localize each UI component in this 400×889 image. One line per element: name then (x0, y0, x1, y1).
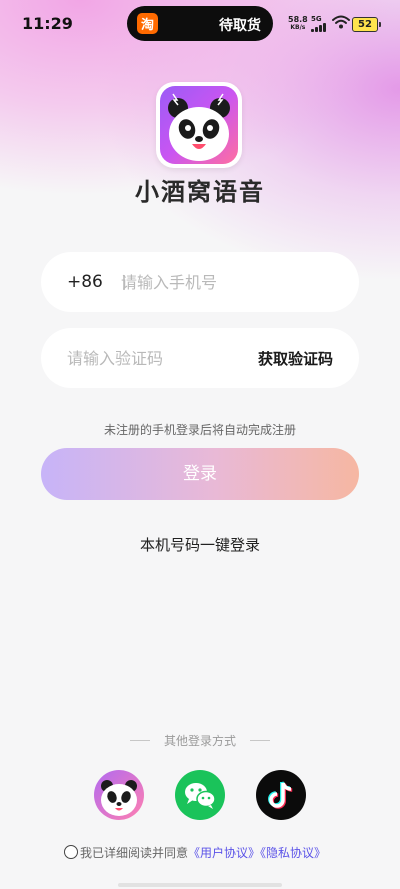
phone-input[interactable] (121, 252, 341, 312)
tiktok-icon (268, 781, 293, 809)
battery-indicator: 52 (352, 17, 381, 32)
tiktok-login-button[interactable] (256, 770, 306, 820)
agreement-checkbox[interactable] (64, 845, 78, 859)
login-button[interactable]: 登录 (41, 448, 359, 500)
dynamic-island[interactable]: 淘 待取货 (127, 6, 273, 41)
user-agreement-link[interactable]: 《用户协议》 (188, 846, 260, 860)
country-code-selector[interactable]: +86 (67, 272, 103, 292)
status-time: 11:29 (22, 14, 73, 33)
verification-code-field[interactable]: 获取验证码 (41, 328, 359, 388)
network-type: 5G (311, 15, 322, 23)
panda-app-login-button[interactable] (94, 770, 144, 820)
divider-right (250, 740, 270, 741)
cellular-signal-icon: 5G (311, 15, 329, 32)
agreement-prefix: 我已详细阅读并同意 (80, 846, 189, 860)
one-key-login-link[interactable]: 本机号码一键登录 (0, 534, 400, 555)
panda-app-icon (101, 780, 137, 816)
verification-code-input[interactable] (67, 328, 267, 388)
other-login-title: 其他登录方式 (163, 734, 236, 748)
wechat-icon (185, 783, 216, 809)
app-name: 小酒窝语音 (135, 178, 265, 206)
network-speed: 58.8 KB/s (288, 15, 308, 32)
panda-logo-icon (160, 86, 238, 164)
wifi-icon (332, 15, 350, 29)
network-speed-value: 58.8 (288, 15, 308, 24)
phone-field[interactable]: +86 (41, 252, 359, 312)
app-logo (156, 82, 242, 168)
home-indicator (118, 883, 282, 887)
register-hint: 未注册的手机登录后将自动完成注册 (103, 423, 296, 437)
island-status-text: 待取货 (219, 18, 261, 34)
status-bar: 11:29 淘 待取货 58.8 KB/s 5G 52 (0, 0, 400, 48)
network-speed-unit: KB/s (290, 24, 306, 31)
privacy-agreement-link[interactable]: 《隐私协议》 (260, 846, 326, 860)
wechat-login-button[interactable] (175, 770, 225, 820)
taobao-icon: 淘 (137, 13, 158, 34)
get-code-button[interactable]: 获取验证码 (258, 348, 333, 369)
agreement-text: 我已详细阅读并同意《用户协议》《隐私协议》 (80, 844, 326, 861)
